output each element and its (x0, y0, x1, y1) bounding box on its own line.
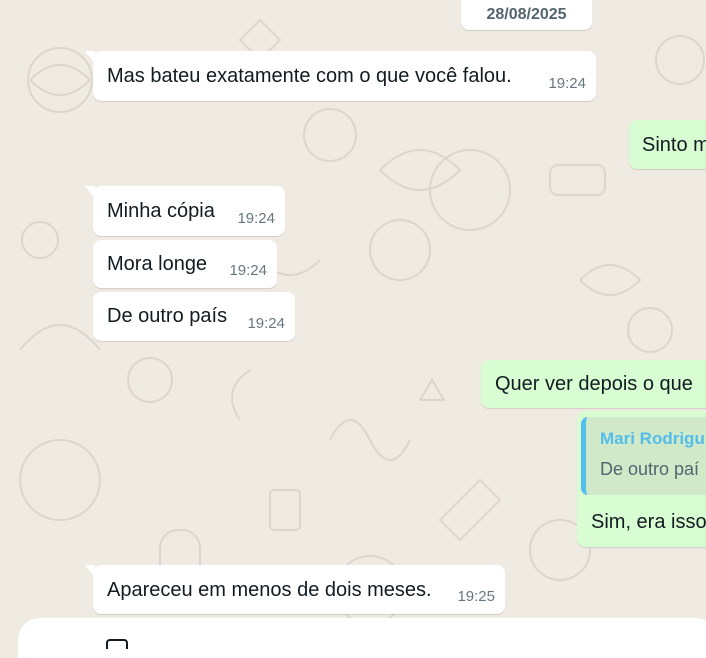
message-incoming[interactable]: Mora longe 19:24 (93, 240, 277, 288)
message-text: Apareceu em menos de dois meses. (107, 579, 432, 601)
message-text: Mas bateu exatamente com o que você falo… (107, 65, 512, 87)
message-outgoing[interactable]: Sinto m (629, 120, 706, 169)
quoted-message[interactable]: Mari Rodrigu De outro paí (581, 417, 706, 495)
message-text: Mora longe (107, 253, 208, 275)
quote-text: De outro paí (600, 459, 700, 479)
emoji-icon[interactable] (106, 639, 128, 649)
message-incoming[interactable]: Minha cópia 19:24 (85, 186, 285, 236)
message-time: 19:24 (229, 262, 267, 279)
reply-text: Sim, era isso (591, 511, 706, 533)
message-text: De outro país (107, 305, 228, 327)
message-incoming[interactable]: Apareceu em menos de dois meses. 19:25 (85, 565, 505, 614)
message-time: 19:24 (237, 210, 275, 227)
quote-author: Mari Rodrigu (600, 429, 705, 448)
message-time: 19:24 (247, 315, 285, 332)
date-separator: 28/08/2025 (461, 0, 592, 30)
message-text: Quer ver depois o que (495, 373, 693, 395)
message-incoming[interactable]: De outro país 19:24 (93, 292, 295, 341)
message-text: Minha cópia (107, 200, 215, 222)
message-incoming[interactable]: Mas bateu exatamente com o que você falo… (85, 51, 596, 101)
message-text: Sinto m (642, 134, 706, 156)
message-composer[interactable] (18, 618, 706, 658)
date-label: 28/08/2025 (486, 6, 567, 23)
message-time: 19:25 (457, 588, 495, 605)
message-outgoing[interactable]: Quer ver depois o que (481, 360, 706, 408)
message-time: 19:24 (548, 75, 586, 92)
